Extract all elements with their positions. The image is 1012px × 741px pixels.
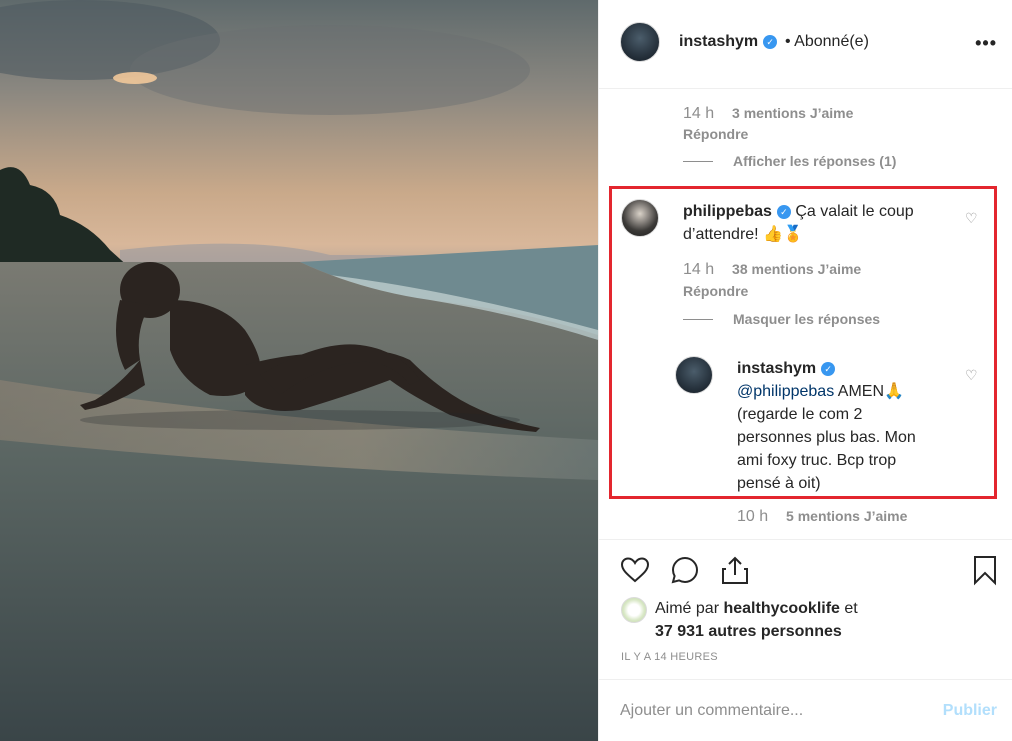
liked-by-user[interactable]: healthycooklife bbox=[723, 600, 839, 617]
show-replies-button[interactable]: Afficher les réponses (1) bbox=[683, 153, 896, 169]
comment-likes[interactable]: 3 mentions J’aime bbox=[732, 105, 853, 121]
comment-input[interactable]: Ajouter un commentaire... bbox=[620, 702, 920, 720]
liked-by-suffix: et bbox=[839, 600, 858, 617]
comment-meta: 14 h 3 mentions J’aime bbox=[683, 105, 853, 123]
comment-time: 14 h bbox=[683, 261, 715, 278]
post-photo[interactable] bbox=[0, 0, 598, 741]
liked-by-text: Aimé par healthycooklife et 37 931 autre… bbox=[655, 597, 858, 643]
toggle-label: Afficher les réponses (1) bbox=[733, 153, 897, 169]
post-actions: Aimé par healthycooklife et 37 931 autre… bbox=[599, 539, 1012, 679]
like-reply-heart-icon[interactable]: ♡ bbox=[965, 367, 978, 384]
comment-text: philippebas ✓ Ça valait le coup d’attendr… bbox=[683, 200, 953, 246]
toggle-line bbox=[683, 319, 713, 320]
verified-badge-icon: ✓ bbox=[776, 205, 791, 219]
reply-author-username[interactable]: instashym bbox=[737, 360, 816, 377]
reply-button[interactable]: Répondre bbox=[683, 126, 748, 142]
reply-author-avatar[interactable] bbox=[675, 356, 713, 394]
comment-line-1: Ça valait le coup bbox=[795, 203, 914, 220]
comment-time: 14 h bbox=[683, 105, 715, 122]
post-comment-button[interactable]: Publier bbox=[943, 702, 997, 720]
reply-line-1: (regarde le com 2 bbox=[737, 406, 863, 423]
follow-status-label: Abonné(e) bbox=[794, 33, 869, 50]
reply-line-4: pensé à oit) bbox=[737, 475, 821, 492]
post-header: instashym ✓ • Abonné(e) ••• bbox=[599, 0, 1012, 89]
add-comment-bar: Ajouter un commentaire... Publier bbox=[599, 679, 1012, 741]
comment-line-2: d’attendre! 👍🏅 bbox=[683, 226, 803, 243]
reply-text: instashym ✓ @philippebas AMEN🙏 (regarde l… bbox=[737, 357, 957, 495]
post-sidebar: instashym ✓ • Abonné(e) ••• 14 h 3 mentio… bbox=[598, 0, 1012, 741]
hide-replies-button[interactable]: Masquer les réponses bbox=[683, 311, 880, 327]
commenter-avatar[interactable] bbox=[621, 199, 659, 237]
comment-likes[interactable]: 38 mentions J’aime bbox=[732, 261, 861, 277]
comment-meta: 14 h 38 mentions J’aime bbox=[683, 261, 861, 279]
separator-dot: • bbox=[785, 33, 791, 50]
comments-list[interactable]: 14 h 3 mentions J’aime Répondre Afficher… bbox=[599, 90, 1012, 539]
save-bookmark-icon[interactable] bbox=[969, 554, 1001, 586]
toggle-label: Masquer les réponses bbox=[733, 311, 881, 327]
other-likers-link[interactable]: 37 931 autres personnes bbox=[655, 623, 842, 640]
follow-status[interactable]: • Abonné(e) bbox=[785, 33, 869, 51]
reply-line-2: personnes plus bas. Mon bbox=[737, 429, 916, 446]
reply-button[interactable]: Répondre bbox=[683, 283, 748, 299]
reply-line-0: AMEN🙏 bbox=[834, 383, 904, 400]
share-icon[interactable] bbox=[719, 554, 751, 586]
commenter-username[interactable]: philippebas bbox=[683, 203, 772, 220]
beach-scene bbox=[0, 0, 598, 741]
comment-bubble-icon[interactable] bbox=[669, 554, 701, 586]
verified-badge-icon: ✓ bbox=[821, 362, 836, 376]
comment-likes[interactable]: 5 mentions J’aime bbox=[786, 508, 907, 524]
toggle-line bbox=[683, 161, 713, 162]
verified-badge-icon: ✓ bbox=[763, 35, 778, 49]
liked-by-prefix: Aimé par bbox=[655, 600, 724, 617]
like-comment-heart-icon[interactable]: ♡ bbox=[965, 210, 978, 227]
reply-line-3: ami foxy truc. Bcp trop bbox=[737, 452, 897, 469]
comment-time: 10 h bbox=[737, 508, 769, 525]
liker-avatar[interactable] bbox=[621, 597, 647, 623]
author-avatar[interactable] bbox=[620, 22, 660, 62]
post-timestamp[interactable]: IL Y A 14 HEURES bbox=[621, 651, 718, 663]
like-heart-icon[interactable] bbox=[619, 554, 651, 586]
more-options-icon[interactable]: ••• bbox=[975, 33, 997, 54]
author-username[interactable]: instashym ✓ bbox=[679, 33, 778, 51]
comment-meta: 10 h 5 mentions J’aime bbox=[737, 508, 907, 526]
mention-link[interactable]: @philippebas bbox=[737, 383, 834, 400]
